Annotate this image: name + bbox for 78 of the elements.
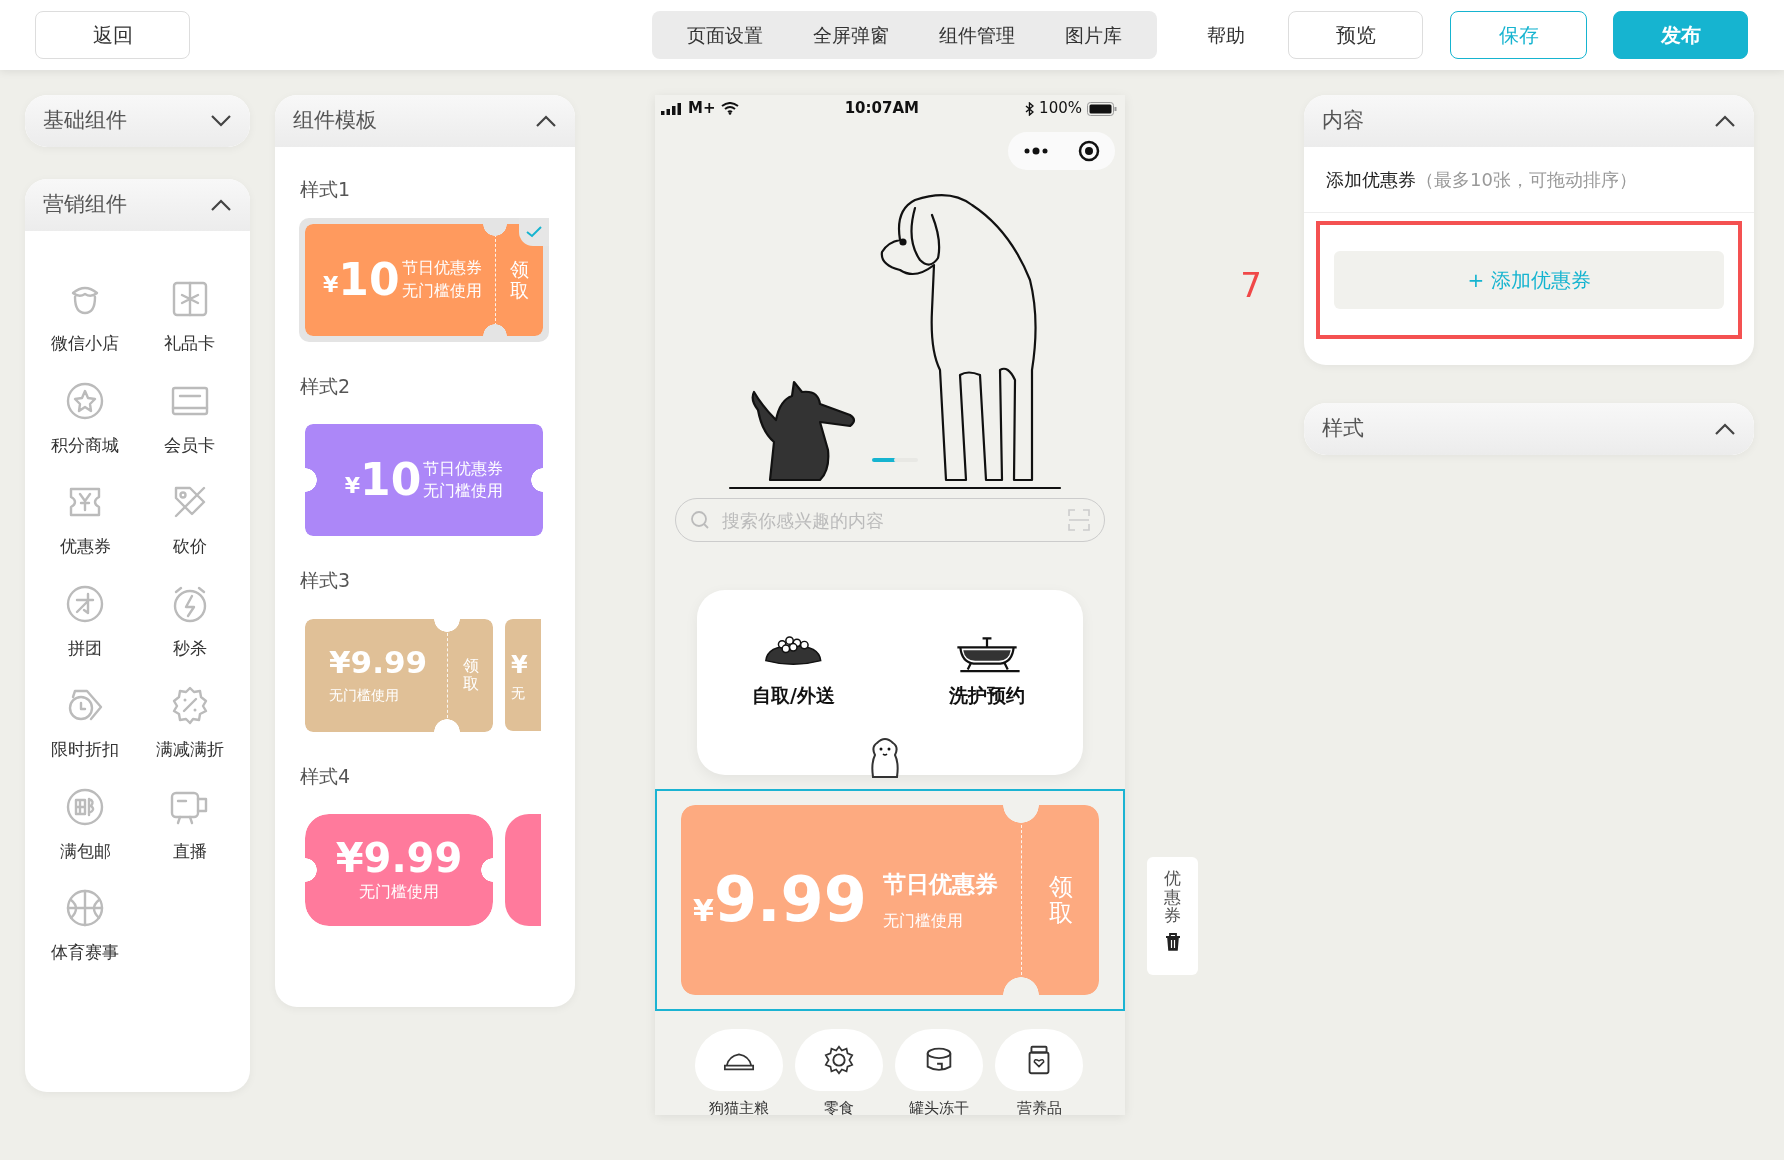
coupon-title: 节日优惠券 <box>401 257 482 280</box>
status-time: 10:07AM <box>844 98 919 120</box>
wifi-icon <box>720 102 739 115</box>
component-item[interactable]: 礼品卡 <box>137 276 242 358</box>
coupon-currency: ¥ <box>323 271 339 299</box>
coupon-subtitle: 无门槛使用 <box>882 910 964 933</box>
coupon-subtitle: 无门槛使用 <box>401 279 482 302</box>
component-item[interactable]: 秒杀 <box>137 580 242 662</box>
component-item[interactable]: 积分商城 <box>33 377 138 459</box>
panel-title: 内容 <box>1322 107 1364 135</box>
style-label: 样式1 <box>300 177 352 202</box>
preview-button[interactable]: 预览 <box>1288 11 1423 59</box>
menu-tab[interactable]: 页面设置 <box>662 11 788 59</box>
battery-icon <box>1087 101 1117 116</box>
claim-label: 领取 <box>510 258 529 301</box>
coupon-amount: 9.99 <box>713 869 867 931</box>
collapse-chevron-icon[interactable] <box>210 198 232 212</box>
side-tab[interactable]: 优惠券 <box>1147 857 1198 975</box>
field-label: 添加优惠券 <box>1326 168 1416 192</box>
component-item[interactable]: 限时折扣 <box>33 682 138 764</box>
menu-tab[interactable]: 全屏弹窗 <box>788 11 914 59</box>
collapse-chevron-icon[interactable] <box>535 114 557 128</box>
category-label: 营养品 <box>1016 1098 1062 1119</box>
coupon-amount: 10 <box>338 257 400 302</box>
claim-label: 领取 <box>1048 873 1073 927</box>
annotation-number: 7 <box>1240 264 1262 307</box>
coupon-currency: ¥ <box>693 892 714 930</box>
component-item[interactable]: 满减满折 <box>137 682 242 764</box>
component-item[interactable]: 体育赛事 <box>33 885 138 967</box>
component-item[interactable]: 优惠券 <box>33 479 138 561</box>
menu-tab[interactable]: 图片库 <box>1040 11 1147 59</box>
category-label: 罐头冻干 <box>909 1098 969 1119</box>
component-item[interactable]: 直播 <box>137 783 242 865</box>
service-button[interactable]: 洗护预约 <box>934 630 1039 710</box>
claim-label: 领取 <box>462 657 479 693</box>
category-label: 零食 <box>824 1098 854 1119</box>
coupon-amount: ¥9.99 <box>329 643 429 682</box>
coupon-title: 节日优惠券 <box>882 869 998 899</box>
style-label: 样式4 <box>300 763 352 789</box>
search-icon <box>690 510 710 530</box>
collapse-chevron-icon[interactable] <box>1714 114 1736 128</box>
style-label: 样式3 <box>300 568 352 593</box>
expand-chevron-icon[interactable] <box>210 114 232 128</box>
coupon-amount: ¥9.99 <box>335 836 463 880</box>
help-link[interactable]: 帮助 <box>1182 11 1270 59</box>
signal-icon <box>661 102 683 115</box>
service-button[interactable]: 自取/外送 <box>741 630 846 710</box>
delete-icon[interactable] <box>1164 933 1181 952</box>
coupon-currency: ¥ <box>344 471 361 500</box>
more-icon[interactable] <box>1022 147 1049 155</box>
panel-title: 组件模板 <box>293 107 377 135</box>
side-tab-label: 优惠券 <box>1164 869 1181 926</box>
category-label: 狗猫主粮 <box>709 1098 769 1119</box>
panel-title: 营销组件 <box>43 191 127 219</box>
component-item[interactable]: 拼团 <box>33 580 138 662</box>
field-hint: （最多10张，可拖动排序） <box>1416 168 1637 192</box>
back-button[interactable]: 返回 <box>35 11 190 59</box>
coupon-amount: ¥ <box>511 649 529 681</box>
component-item[interactable]: 微信小店 <box>33 276 138 358</box>
coupon-subtitle: 无门槛使用 <box>359 881 439 903</box>
component-item[interactable]: 砍价 <box>137 479 242 561</box>
panel-title: 基础组件 <box>43 107 127 135</box>
component-item[interactable]: 满包邮 <box>33 783 138 865</box>
gear-icon <box>822 1043 856 1077</box>
coupon-subtitle: 无门槛使用 <box>423 480 504 502</box>
coupon-subtitle: 无 <box>511 683 526 703</box>
style-label: 样式2 <box>300 373 352 399</box>
menu-tab[interactable]: 组件管理 <box>914 11 1040 59</box>
battery-level: 100% <box>1039 98 1082 120</box>
coupon-amount: 10 <box>360 458 422 502</box>
collapse-chevron-icon[interactable] <box>1714 422 1736 436</box>
panel-title: 样式 <box>1322 415 1364 443</box>
component-item[interactable]: 会员卡 <box>137 377 242 459</box>
target-icon[interactable] <box>1078 140 1101 162</box>
bluetooth-icon <box>1025 101 1035 116</box>
coupon-title: 节日优惠券 <box>423 457 504 480</box>
coupon-subtitle: 无门槛使用 <box>329 686 400 706</box>
carrier-name: M+ <box>688 98 716 120</box>
